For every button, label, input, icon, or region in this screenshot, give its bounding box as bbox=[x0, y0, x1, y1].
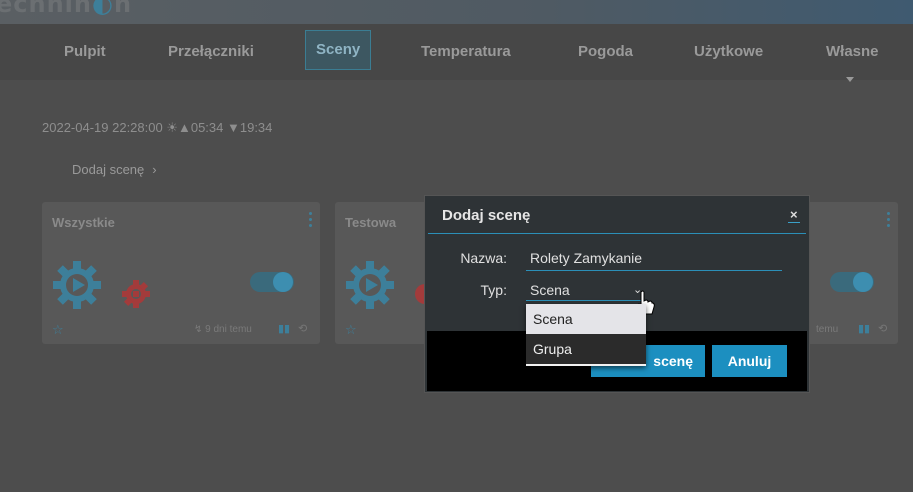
scene-play-gear-icon[interactable] bbox=[52, 260, 102, 310]
dialog-title: Dodaj scenę bbox=[442, 207, 531, 224]
tab-wlasne-label: Własne bbox=[826, 43, 879, 60]
kebab-menu-icon[interactable] bbox=[887, 212, 890, 230]
type-select-underline bbox=[526, 300, 646, 301]
close-icon[interactable]: × bbox=[788, 207, 800, 223]
scene-toggle[interactable] bbox=[250, 272, 294, 292]
chevron-down-icon bbox=[846, 77, 854, 82]
top-bar: ecnnin◐n bbox=[0, 0, 913, 24]
add-scene-link[interactable]: Dodaj scenę › bbox=[72, 162, 157, 177]
chart-icon[interactable]: ▮▮ bbox=[278, 322, 290, 335]
logo-power-glyph: ◐ bbox=[92, 0, 114, 18]
chevron-right-icon: › bbox=[152, 162, 157, 177]
chart-icon[interactable]: ▮▮ bbox=[858, 322, 870, 335]
kebab-menu-icon[interactable] bbox=[309, 212, 312, 230]
tab-pogoda[interactable]: Pogoda bbox=[578, 43, 633, 60]
main-nav: Pulpit Przełączniki Sceny Temperatura Po… bbox=[0, 24, 913, 82]
datetime-sun-status: 2022-04-19 22:28:00 ☀▲05:34 ▼19:34 bbox=[42, 120, 273, 135]
last-used-text: temu bbox=[816, 324, 839, 335]
app-logo[interactable]: ecnnin◐n bbox=[0, 0, 132, 18]
tab-pulpit[interactable]: Pulpit bbox=[64, 43, 106, 60]
option-grupa[interactable]: Grupa bbox=[526, 334, 646, 364]
tab-sceny[interactable]: Sceny bbox=[305, 30, 372, 70]
scene-card[interactable]: Wszystkie ☆ ↯ 9 dni temu ▮▮ ⟲ bbox=[42, 202, 320, 344]
name-input-underline bbox=[526, 270, 782, 271]
scene-stop-gear-icon[interactable] bbox=[122, 280, 150, 308]
last-used-text: ↯ 9 dni temu bbox=[194, 324, 252, 335]
scene-card-title: Testowa bbox=[345, 215, 397, 230]
type-select[interactable]: Scena bbox=[530, 282, 570, 298]
name-input[interactable]: Rolety Zamykanie bbox=[530, 250, 642, 266]
header-divider bbox=[428, 233, 806, 234]
scene-card-title: Wszystkie bbox=[52, 215, 115, 230]
star-icon[interactable]: ☆ bbox=[345, 322, 357, 338]
history-icon[interactable]: ⟲ bbox=[878, 322, 887, 335]
history-icon[interactable]: ⟲ bbox=[298, 322, 307, 335]
tab-temperatura[interactable]: Temperatura bbox=[421, 43, 511, 60]
type-label: Typ: bbox=[480, 282, 507, 298]
tab-wlasne[interactable]: Własne bbox=[826, 43, 879, 82]
option-scena[interactable]: Scena bbox=[526, 304, 646, 334]
tab-uzytkowe[interactable]: Użytkowe bbox=[694, 43, 763, 60]
tab-przelaczniki[interactable]: Przełączniki bbox=[168, 43, 254, 60]
logo-text: ecnnin bbox=[0, 0, 92, 18]
star-icon[interactable]: ☆ bbox=[52, 322, 64, 338]
scene-toggle[interactable] bbox=[830, 272, 874, 292]
name-label: Nazwa: bbox=[460, 250, 507, 266]
type-dropdown-list: Scena Grupa bbox=[526, 304, 646, 366]
add-scene-label: Dodaj scenę bbox=[72, 162, 145, 177]
scene-play-gear-icon[interactable] bbox=[345, 260, 395, 310]
cancel-button[interactable]: Anuluj bbox=[712, 345, 787, 377]
add-scene-button-label: scenę bbox=[653, 353, 693, 369]
dialog-header: Dodaj scenę × bbox=[425, 196, 809, 234]
logo-suffix: n bbox=[113, 0, 133, 18]
